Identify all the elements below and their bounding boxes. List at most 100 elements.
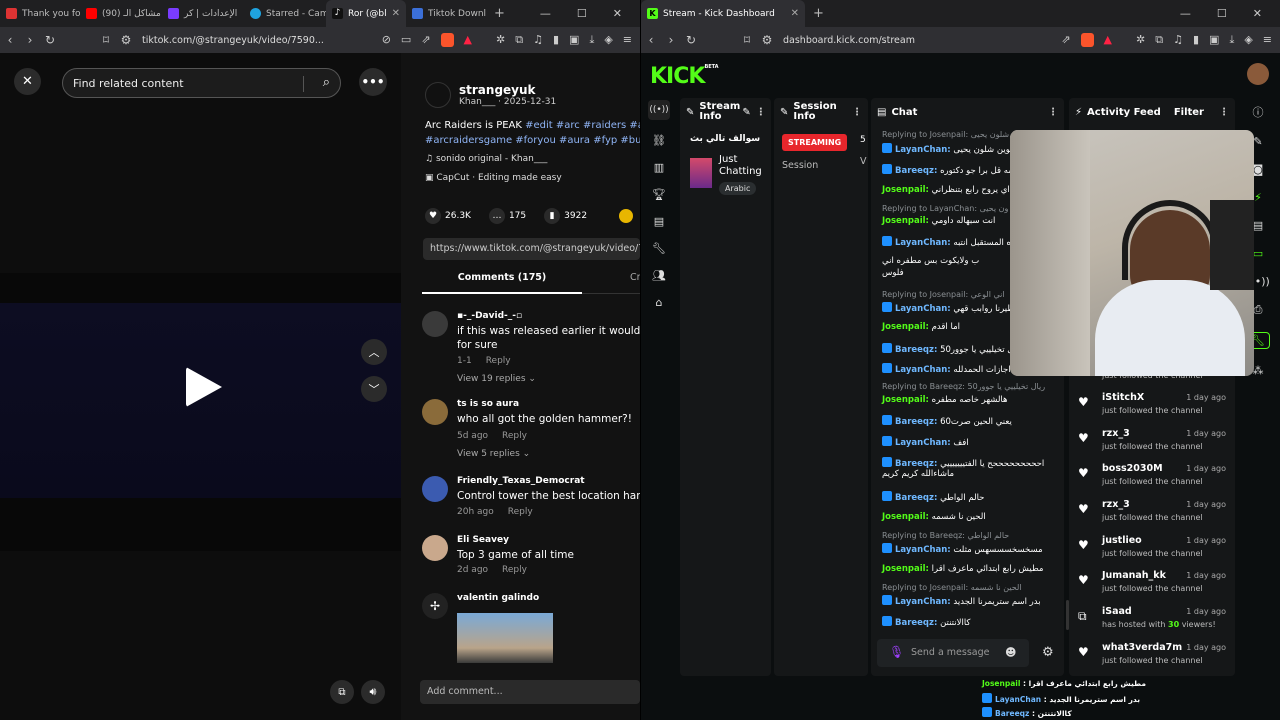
close-icon[interactable]: ✕ bbox=[14, 68, 41, 95]
hashtags[interactable]: #edit #arc #raiders #ar bbox=[525, 120, 640, 131]
chat-message[interactable]: فلوس bbox=[882, 268, 904, 278]
chat-message[interactable]: Josenpail: انت سبهاله داومي bbox=[882, 216, 995, 226]
vpn-icon[interactable]: ◈ bbox=[1244, 33, 1252, 47]
reply-button[interactable]: Reply bbox=[486, 356, 511, 366]
minimize-icon[interactable]: — bbox=[1180, 7, 1191, 20]
volume-icon[interactable]: 🔊︎ bbox=[361, 680, 385, 704]
cast-icon[interactable]: ▭ bbox=[401, 33, 411, 47]
chat-message[interactable]: LayanChan: داوموين شلون يحيى bbox=[882, 143, 1025, 155]
activity-item[interactable]: ♥ rzx_3 just followed the channel 1 day ago bbox=[1078, 428, 1226, 458]
vpn-icon[interactable]: ◈ bbox=[604, 33, 612, 47]
chat-username[interactable]: Josenpail: bbox=[882, 512, 929, 522]
close-window-icon[interactable]: ✕ bbox=[613, 7, 622, 20]
chat-username[interactable]: Bareeqz: bbox=[895, 166, 937, 176]
nodes-icon[interactable]: ⁂ bbox=[1253, 364, 1264, 377]
sound-link[interactable]: ♫ sonido original - Khan___ bbox=[425, 154, 547, 164]
category-thumbnail[interactable] bbox=[690, 158, 712, 188]
chat-bubble-icon[interactable]: ▭ bbox=[1253, 247, 1263, 260]
view-replies-button[interactable]: View 5 replies ⌄ bbox=[457, 449, 530, 459]
chat-message[interactable]: Bareeqz: 50ريال تخيلييي يا جوور bbox=[882, 343, 1023, 355]
more-options-icon[interactable]: ••• bbox=[359, 68, 387, 96]
back-icon[interactable]: ‹ bbox=[0, 33, 20, 47]
chat-username[interactable]: Bareeqz: bbox=[895, 493, 937, 503]
close-tab-icon[interactable]: ✕ bbox=[392, 8, 400, 19]
chat-username[interactable]: LayanChan: bbox=[895, 238, 951, 248]
search-icon[interactable]: ⌕ bbox=[323, 75, 330, 90]
tab-creator-videos[interactable]: Cr bbox=[630, 272, 640, 283]
edit-icon[interactable]: ✎ bbox=[742, 107, 750, 118]
add-comment-input[interactable]: Add comment... bbox=[420, 680, 640, 704]
chat-message[interactable]: Replying to Josenpail: الحين نا شسمه bbox=[882, 583, 1022, 593]
bookmark-icon[interactable]: ⌑ bbox=[96, 33, 116, 47]
activity-item[interactable]: ♥ justlieo just followed the channel 1 day … bbox=[1078, 535, 1226, 565]
site-info-icon[interactable]: ⚙ bbox=[757, 33, 777, 47]
avatar[interactable]: ✢ bbox=[422, 593, 448, 619]
capcut-link[interactable]: ▣ CapCut · Editing made easy bbox=[425, 173, 562, 183]
gift-icon[interactable] bbox=[619, 209, 634, 223]
activity-username[interactable]: iStitchX bbox=[1102, 392, 1144, 403]
activity-item[interactable]: ⧉ iSaad has hosted with 30 viewers! 1 day a… bbox=[1078, 606, 1226, 636]
chat-message[interactable]: Replying to Josenpail: اني الوعي bbox=[882, 290, 1005, 300]
avatar[interactable] bbox=[422, 399, 448, 425]
activity-username[interactable]: Jumanah_kk bbox=[1102, 570, 1166, 581]
screenshot-icon[interactable]: ⧉ bbox=[1155, 33, 1163, 47]
chat-message[interactable]: Bareeqz: درسه قل برا جو دكتوره bbox=[882, 164, 1023, 176]
tab-kick-dashboard[interactable]: K Stream - Kick Dashboard ✕ bbox=[641, 0, 805, 27]
emoji-icon[interactable]: ☻ bbox=[1005, 646, 1016, 659]
search-input[interactable]: Find related content ⌕ bbox=[62, 68, 341, 98]
reload-icon[interactable]: ↻ bbox=[40, 33, 60, 47]
tab-tiktok[interactable]: ♪ Ror (@bl ✕ bbox=[326, 0, 406, 27]
chat-message[interactable]: LayanChan: مسخسخسسسهس مثلت bbox=[882, 543, 1043, 555]
tab-comments[interactable]: Comments (175) bbox=[422, 272, 582, 294]
music-icon[interactable]: ♫ bbox=[533, 33, 543, 47]
chat-message[interactable]: Replying to Bareeqz: 50ريال تخيلييي يا ج… bbox=[882, 382, 1045, 392]
info-icon[interactable]: ⓘ bbox=[1253, 104, 1264, 120]
camera-icon[interactable]: ◙ bbox=[1253, 163, 1264, 176]
chat-username[interactable]: LayanChan: bbox=[895, 365, 951, 375]
brave-rewards-icon[interactable]: ▲ bbox=[1104, 33, 1112, 47]
share-icon[interactable]: ⇗ bbox=[421, 33, 430, 47]
hashtags[interactable]: #arcraidersgame #foryou #aura #fyp #buri bbox=[425, 133, 640, 148]
chat-message[interactable]: Replying to Josenpail: وإمه شلون يحيى bbox=[882, 130, 1026, 140]
chat-username[interactable]: Josenpail: bbox=[882, 185, 929, 195]
screenshot-icon[interactable]: ⧉ bbox=[515, 33, 523, 47]
community-icon[interactable]: 👥︎ bbox=[652, 269, 666, 282]
activity-username[interactable]: what3verda7m bbox=[1102, 642, 1182, 653]
chat-username[interactable]: Bareeqz: bbox=[895, 345, 937, 355]
maximize-icon[interactable]: ☐ bbox=[1217, 7, 1227, 20]
reload-icon[interactable]: ↻ bbox=[681, 33, 701, 47]
wrench-icon[interactable]: 🔧︎ bbox=[652, 242, 666, 255]
chat-username[interactable]: Bareeqz: bbox=[895, 459, 937, 469]
back-icon[interactable]: ‹ bbox=[641, 33, 661, 47]
brave-rewards-icon[interactable]: ▲ bbox=[464, 33, 472, 47]
activity-item[interactable]: ♥ iStitchX just followed the channel 1 day … bbox=[1078, 392, 1226, 422]
chat-message[interactable]: ب ولايكوت بس مطفره اني bbox=[882, 256, 979, 266]
like-button[interactable]: ♥ 26.3K bbox=[425, 208, 471, 224]
tab-thank-you[interactable]: Thank you for bbox=[0, 0, 80, 27]
forward-icon[interactable]: › bbox=[661, 33, 681, 47]
reply-button[interactable]: Reply bbox=[502, 431, 527, 441]
profile-avatar[interactable] bbox=[1247, 63, 1269, 85]
activity-username[interactable]: rzx_3 bbox=[1102, 428, 1130, 439]
comment-author[interactable]: valentin galindo bbox=[457, 593, 539, 603]
reply-button[interactable]: Reply bbox=[502, 565, 527, 575]
extension-icon[interactable]: ⊘ bbox=[382, 33, 391, 47]
menu-icon[interactable]: ≡ bbox=[1263, 33, 1272, 47]
maximize-icon[interactable]: ☐ bbox=[577, 7, 587, 20]
edit-icon[interactable]: ✎ bbox=[1253, 135, 1262, 148]
avatar[interactable] bbox=[425, 82, 451, 108]
flash-icon[interactable]: ⚡ bbox=[1254, 191, 1262, 204]
video-link-field[interactable]: https://www.tiktok.com/@strangeyuk/video… bbox=[423, 238, 640, 260]
avatar[interactable] bbox=[422, 535, 448, 561]
comment-author[interactable]: ▪-_-David-_-▫ bbox=[457, 311, 522, 321]
save-button[interactable]: ▮ 3922 bbox=[544, 208, 587, 224]
chat-message[interactable]: Replying to LayanChan: ون يحيى bbox=[882, 204, 1008, 214]
avatar[interactable] bbox=[422, 311, 448, 337]
chat-message[interactable]: Bareeqz: حالم الواطي bbox=[882, 491, 984, 503]
tab-settings[interactable]: الإعدادات | كر bbox=[162, 0, 244, 27]
filter-button[interactable]: Filter bbox=[1174, 107, 1204, 118]
pip-icon[interactable]: ⧉ bbox=[330, 680, 354, 704]
download-icon[interactable]: ⤓ bbox=[589, 33, 594, 47]
comment-author[interactable]: Friendly_Texas_Democrat bbox=[457, 476, 585, 486]
more-icon[interactable]: ⋮ bbox=[852, 107, 862, 118]
